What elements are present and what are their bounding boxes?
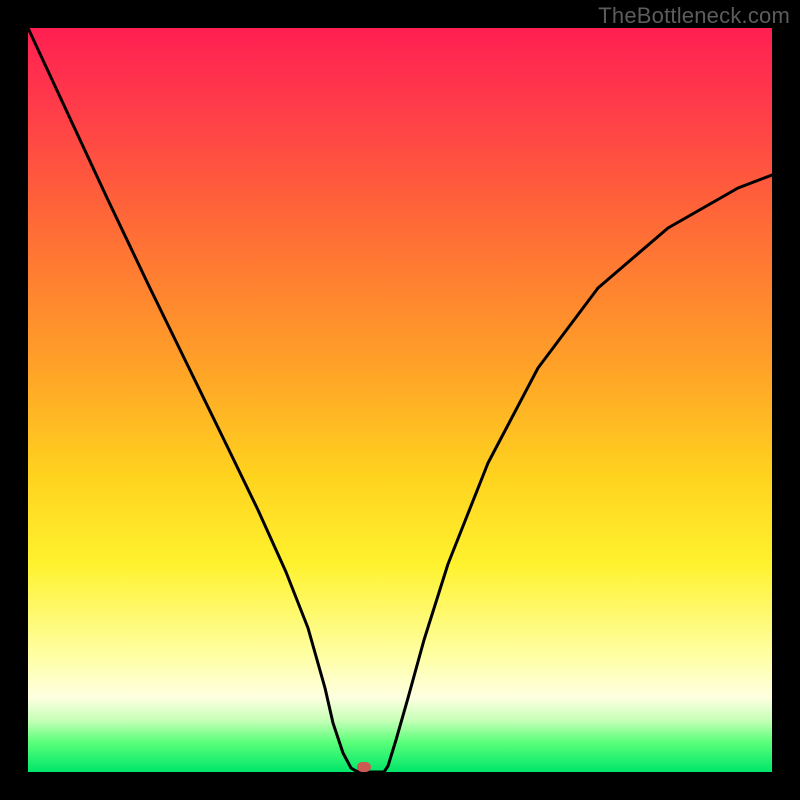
curve-svg <box>28 28 772 772</box>
outer-frame: TheBottleneck.com <box>0 0 800 800</box>
plot-area <box>28 28 772 772</box>
watermark-text: TheBottleneck.com <box>598 3 790 29</box>
bottleneck-curve <box>28 28 772 772</box>
minimum-marker <box>357 762 371 772</box>
